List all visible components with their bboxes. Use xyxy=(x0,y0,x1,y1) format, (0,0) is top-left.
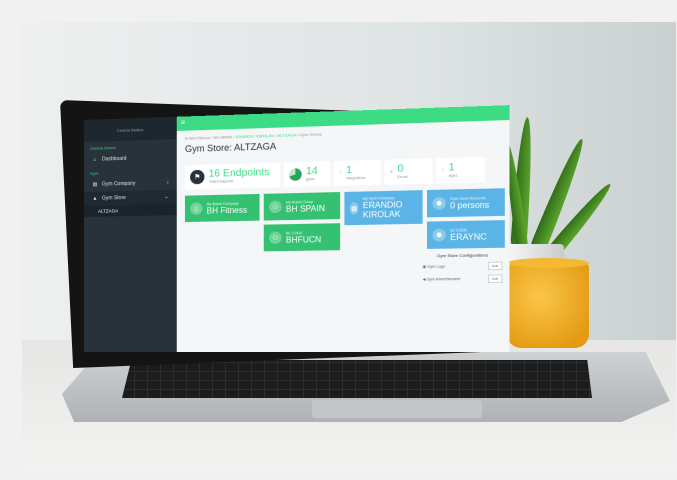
chevron-down-icon: ⌄ xyxy=(164,194,168,200)
card-label: My Brand Company xyxy=(207,201,248,206)
group-icon: ⚇ xyxy=(269,201,282,214)
breadcrumb-suffix: / Gym Stores xyxy=(296,131,322,137)
edit-logo-button[interactable]: Edit xyxy=(488,262,503,271)
config-row-logo: ▣ Gym Logo Edit xyxy=(423,262,503,271)
config-label: Gym Advertisement xyxy=(427,277,461,282)
edit-advertisement-button[interactable]: Edit xyxy=(488,274,503,283)
stat-value: 1 xyxy=(449,163,458,174)
card-label: SII CODE xyxy=(450,227,486,232)
chevron-right-icon: › xyxy=(167,180,169,186)
laptop-keyboard xyxy=(122,360,592,398)
card-label: My Brand Group xyxy=(286,199,325,204)
laptop-screen: Central Station Central Stores ⌂ Dashboa… xyxy=(84,120,486,352)
card-label: Gym Store Accounts xyxy=(450,195,489,200)
sidebar-subitem-altzaga[interactable]: ALTZAGA xyxy=(84,204,177,217)
card-brand-company[interactable]: ▯ My Brand Company BH Fitness xyxy=(185,194,260,222)
photo-scene: Central Station Central Stores ⌂ Dashboa… xyxy=(22,22,676,472)
stat-errors: ● 0 Errors xyxy=(384,158,432,184)
stat-integrations: ↑ 1 Integrations xyxy=(334,160,381,186)
laptop-trackpad xyxy=(312,400,482,418)
document-icon: ▯ xyxy=(190,202,202,214)
stats-row: ⚑ 16 Endpoints Total Endpoints 14 gyms ↑… xyxy=(185,157,485,190)
stat-value: 1 xyxy=(346,165,366,176)
megaphone-icon: ◀ xyxy=(423,277,426,281)
home-icon: ⌂ xyxy=(92,157,98,163)
card-value: ERAYNC xyxy=(450,232,486,242)
arrow-up-icon: ↑ xyxy=(441,167,444,173)
stat-label: Total Endpoints xyxy=(209,178,270,184)
building-icon: ▦ xyxy=(350,202,359,215)
group-icon: ⚇ xyxy=(269,232,282,245)
sidebar-item-label: Dashboard xyxy=(102,156,127,163)
card-gym-company[interactable]: ▦ My Gym Company ERANDIO KIROLAK xyxy=(344,190,422,225)
pie-icon xyxy=(289,168,302,181)
config-title: Gym Store Configurations xyxy=(423,252,503,258)
stat-label: Apps xyxy=(449,173,458,177)
card-value: BHFUCN xyxy=(286,234,321,244)
arrow-up-icon: ↑ xyxy=(339,170,342,176)
config-label: Gym Logo xyxy=(427,264,445,268)
stat-value: 0 xyxy=(397,164,407,175)
card-value: 0 persons xyxy=(450,200,489,210)
stat-gyms: 14 gyms xyxy=(284,161,331,187)
stat-value: 16 Endpoints xyxy=(209,168,270,180)
image-icon: ▣ xyxy=(423,265,427,269)
card-label: BE CODE xyxy=(286,230,321,235)
config-row-advertisement: ◀ Gym Advertisement Edit xyxy=(423,274,503,283)
card-brand-group[interactable]: ⚇ My Brand Group BH SPAIN xyxy=(264,192,340,220)
stat-label: Errors xyxy=(397,175,407,179)
circle-icon: ● xyxy=(390,169,393,175)
app-logo[interactable]: Central Station xyxy=(84,117,177,142)
stat-endpoints: ⚑ 16 Endpoints Total Endpoints xyxy=(185,163,281,190)
sidebar-item-label: Gym Store xyxy=(102,195,126,202)
people-icon: ⚉ xyxy=(433,229,446,242)
yellow-mug xyxy=(507,262,589,348)
card-store-accounts[interactable]: ⚉ Gym Store Accounts 0 persons xyxy=(427,188,505,217)
store-icon: ▲ xyxy=(92,196,98,202)
card-value: BH SPAIN xyxy=(286,203,325,213)
sidebar-item-label: Gym Company xyxy=(102,181,136,188)
card-be-code[interactable]: ⚇ BE CODE BHFUCN xyxy=(264,223,340,251)
stat-apps: ↑ 1 Apps xyxy=(436,157,485,184)
stat-label: gyms xyxy=(306,177,318,181)
store-configurations: Gym Store Configurations ▣ Gym Logo Edit… xyxy=(423,252,503,288)
building-icon: ▤ xyxy=(92,182,98,188)
sidebar: Central Station Central Stores ⌂ Dashboa… xyxy=(84,117,177,352)
card-value: BH Fitness xyxy=(207,205,248,215)
mug-rim xyxy=(507,258,589,268)
card-sii-code[interactable]: ⚉ SII CODE ERAYNC xyxy=(427,220,505,249)
stat-value: 14 xyxy=(306,167,318,178)
menu-icon[interactable]: ≡ xyxy=(181,120,185,127)
card-value: ERANDIO KIROLAK xyxy=(363,200,417,220)
flag-icon: ⚑ xyxy=(190,170,204,185)
main-content: E78H Fitness / BH SPAIN / ERANDIO KIROLA… xyxy=(177,120,510,352)
stat-label: Integrations xyxy=(346,176,366,181)
people-icon: ⚉ xyxy=(433,197,446,210)
dashboard-app: Central Station Central Stores ⌂ Dashboa… xyxy=(84,105,509,352)
